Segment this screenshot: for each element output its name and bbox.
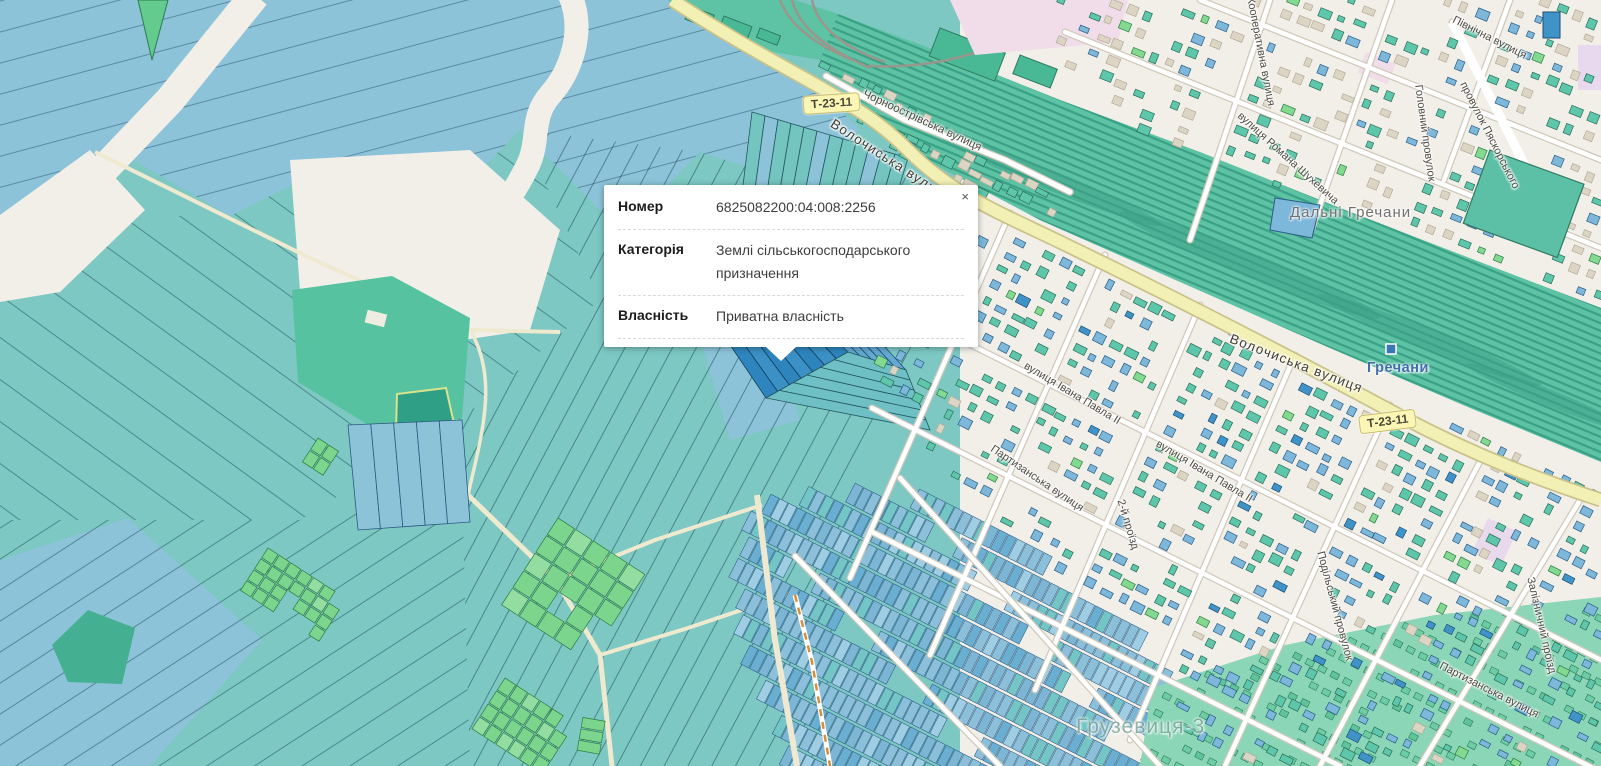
close-icon[interactable]: × <box>961 190 969 203</box>
map-canvas[interactable] <box>0 0 1601 766</box>
parcel-info-popup: × Номер 6825082200:04:008:2256 Категорія… <box>604 185 978 347</box>
popup-row-value: Землі сільськогосподарського призначення <box>716 239 964 285</box>
popup-row-ownership: Власність Приватна власність <box>618 296 964 339</box>
popup-row-label: Номер <box>618 196 716 219</box>
popup-row-category: Категорія Землі сільськогосподарського п… <box>618 230 964 296</box>
cadastral-map-viewport[interactable]: Волочиська вулиця Чорноострівська вулиця… <box>0 0 1601 766</box>
popup-row-label: Категорія <box>618 239 716 285</box>
road-shield-t2311: Т-23-11 <box>802 92 861 115</box>
popup-pointer-arrow <box>766 347 796 361</box>
popup-row-number: Номер 6825082200:04:008:2256 <box>618 187 964 230</box>
popup-row-value: Приватна власність <box>716 305 964 328</box>
popup-row-value: 6825082200:04:008:2256 <box>716 196 964 219</box>
popup-row-label: Власність <box>618 305 716 328</box>
